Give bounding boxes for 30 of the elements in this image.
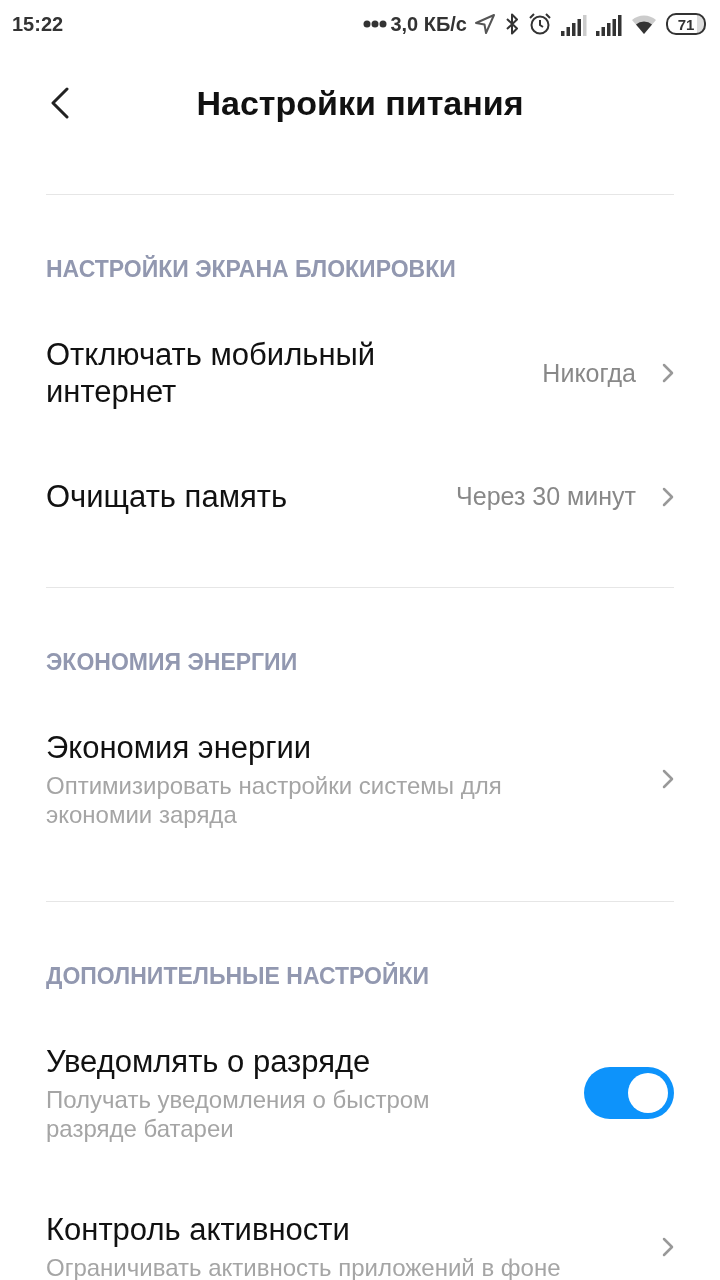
bluetooth-icon	[505, 12, 519, 36]
toggle-switch[interactable]	[584, 1067, 674, 1119]
setting-title: Экономия энергии	[46, 729, 313, 766]
setting-value: Никогда	[542, 358, 636, 388]
signal-icon	[561, 12, 587, 36]
navigation-arrow-icon	[474, 13, 496, 35]
setting-description: Получать уведомления о быстром разряде батареи	[46, 1085, 431, 1143]
section-header: НАСТРОЙКИ ЭКРАНА БЛОКИРОВКИ	[46, 254, 457, 284]
setting-value: Через 30 минут	[456, 482, 636, 511]
back-button[interactable]	[50, 87, 70, 119]
network-speed: 3,0 КБ/с	[390, 12, 467, 36]
chevron-right-icon	[662, 1236, 674, 1257]
battery-indicator: 71	[666, 13, 706, 35]
setting-title: Контроль активности	[46, 1211, 351, 1248]
chevron-right-icon	[662, 769, 674, 789]
page-title: Настройки питания	[195, 83, 525, 123]
chevron-right-icon	[662, 486, 674, 507]
signal-icon	[596, 12, 622, 36]
setting-title: Отключать мобильный интернет	[46, 336, 377, 410]
alarm-clock-icon	[528, 12, 552, 36]
setting-title: Очищать память	[46, 478, 288, 515]
wifi-icon	[631, 13, 657, 35]
back-icon	[50, 87, 70, 119]
setting-description: Оптимизировать настройки системы для экономии заряда	[46, 771, 503, 829]
status-time: 15:22	[12, 12, 64, 36]
chevron-right-icon	[662, 363, 674, 383]
section-header: ЭКОНОМИЯ ЭНЕРГИИ	[46, 648, 299, 677]
dots-icon	[363, 20, 388, 28]
setting-title: Уведомлять о разряде	[46, 1043, 372, 1080]
section-header: ДОПОЛНИТЕЛЬНЫЕ НАСТРОЙКИ	[46, 961, 431, 991]
